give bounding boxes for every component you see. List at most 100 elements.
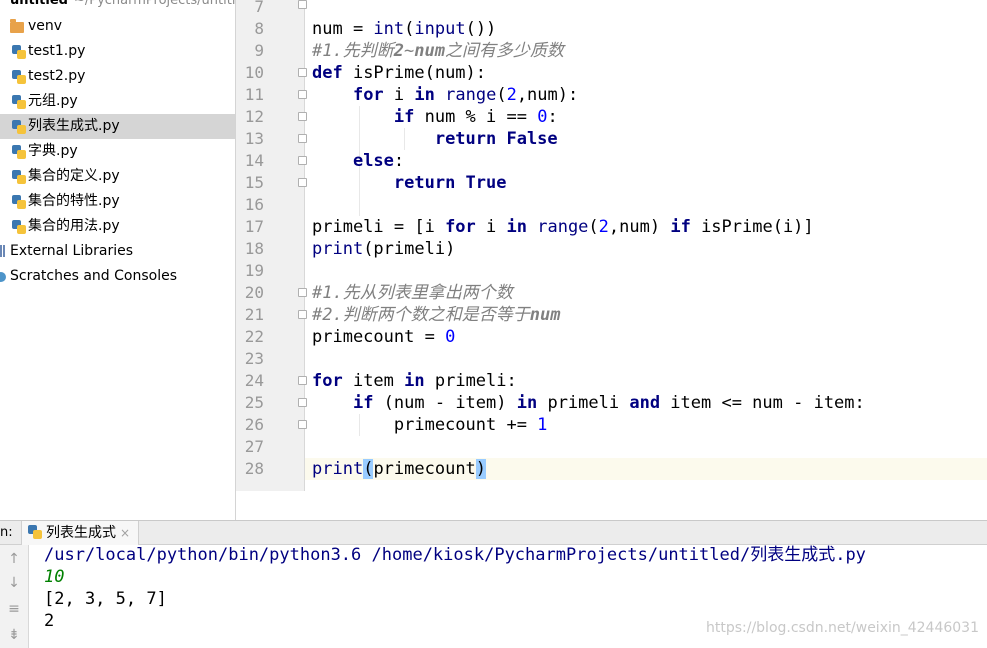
code-line-8: num = int(input()) bbox=[312, 19, 497, 39]
fold-marker[interactable] bbox=[298, 288, 307, 297]
tree-item-label: 集合的用法.py bbox=[28, 218, 120, 234]
run-panel-header: n: 列表生成式 × bbox=[0, 520, 987, 545]
console-line-output: 2 bbox=[44, 611, 55, 631]
soft-wrap-icon[interactable]: ≡ bbox=[6, 601, 22, 617]
close-icon[interactable]: × bbox=[120, 526, 130, 540]
python-file-icon bbox=[12, 145, 26, 159]
line-number: 17 bbox=[244, 217, 264, 236]
console-line-output: [2, 3, 5, 7] bbox=[44, 589, 167, 609]
line-number: 20 bbox=[244, 283, 264, 302]
tree-item-test1[interactable]: test1.py bbox=[0, 39, 235, 64]
console-line-command: /usr/local/python/bin/python3.6 /home/ki… bbox=[44, 545, 866, 565]
fold-marker[interactable] bbox=[298, 398, 307, 407]
line-number: 19 bbox=[244, 261, 264, 280]
code-line-12: if num % i == 0: bbox=[393, 107, 558, 127]
line-number: 14 bbox=[244, 151, 264, 170]
watermark: https://blog.csdn.net/weixin_42446031 bbox=[705, 620, 979, 636]
code-line-10: def isPrime(num): bbox=[312, 63, 487, 83]
code-line-15: return True bbox=[393, 173, 507, 193]
line-number: 8 bbox=[254, 19, 264, 38]
tree-item-external-libraries[interactable]: External Libraries bbox=[0, 239, 235, 264]
run-label: n: bbox=[0, 525, 13, 540]
down-arrow-icon[interactable]: ↓ bbox=[6, 575, 22, 591]
line-number: 28 bbox=[244, 459, 264, 478]
python-file-icon bbox=[12, 120, 26, 134]
fold-marker[interactable] bbox=[298, 0, 307, 9]
fold-marker[interactable] bbox=[298, 156, 307, 165]
tree-item-set-usage[interactable]: 集合的用法.py bbox=[0, 214, 235, 239]
python-file-icon bbox=[12, 45, 26, 59]
editor-footer-area bbox=[236, 491, 987, 520]
fold-marker[interactable] bbox=[298, 376, 307, 385]
line-number: 27 bbox=[244, 437, 264, 456]
run-toolbar: ↑ ↓ ≡ ⇟ bbox=[0, 545, 29, 648]
code-line-14: else: bbox=[352, 151, 405, 171]
scroll-to-end-icon[interactable]: ⇟ bbox=[6, 627, 22, 643]
code-line-13: return False bbox=[434, 129, 558, 149]
run-tab-label: 列表生成式 bbox=[46, 525, 116, 541]
tree-root-untitled[interactable]: untitled ~/PycharmProjects/untitled bbox=[0, 0, 236, 13]
tree-item-label: 字典.py bbox=[28, 143, 78, 159]
fold-marker[interactable] bbox=[298, 178, 307, 187]
python-file-icon bbox=[12, 220, 26, 234]
code-line-28: print(primecount) bbox=[312, 459, 487, 479]
tree-item-label: 元组.py bbox=[28, 93, 78, 109]
code-line-9: #1.先判断2~num之间有多少质数 bbox=[312, 41, 564, 61]
tree-item-label: 列表生成式.py bbox=[28, 118, 120, 134]
code-line-25: if (num - item) in primeli and item <= n… bbox=[352, 393, 865, 413]
tree-item-label: test2.py bbox=[28, 68, 86, 84]
line-number: 11 bbox=[244, 85, 264, 104]
fold-marker[interactable] bbox=[298, 90, 307, 99]
line-number: 9 bbox=[254, 41, 264, 60]
line-number: 16 bbox=[244, 195, 264, 214]
line-number: 23 bbox=[244, 349, 264, 368]
code-line-17: primeli = [i for i in range(2,num) if is… bbox=[312, 217, 814, 237]
line-number: 7 bbox=[254, 0, 264, 16]
root-path: ~/PycharmProjects/untitled bbox=[73, 0, 236, 8]
tree-item-label: Scratches and Consoles bbox=[10, 268, 177, 284]
code-line-18: print(primeli) bbox=[312, 239, 456, 259]
line-number: 13 bbox=[244, 129, 264, 148]
line-number: 21 bbox=[244, 305, 264, 324]
python-file-icon bbox=[12, 195, 26, 209]
fold-marker[interactable] bbox=[298, 134, 307, 143]
code-line-22: primecount = 0 bbox=[312, 327, 456, 347]
tree-item-set-definition[interactable]: 集合的定义.py bbox=[0, 164, 235, 189]
line-number: 10 bbox=[244, 63, 264, 82]
fold-marker[interactable] bbox=[298, 68, 307, 77]
line-number: 22 bbox=[244, 327, 264, 346]
code-line-26: primecount += 1 bbox=[312, 415, 548, 435]
line-number: 12 bbox=[244, 107, 264, 126]
code-line-24: for item in primeli: bbox=[312, 371, 517, 391]
fold-marker[interactable] bbox=[298, 310, 307, 319]
tree-item-venv[interactable]: venv bbox=[0, 14, 235, 39]
fold-marker[interactable] bbox=[298, 112, 307, 121]
project-tree-panel: untitled ~/PycharmProjects/untitled venv … bbox=[0, 0, 236, 520]
tree-item-list-comprehension[interactable]: 列表生成式.py bbox=[0, 114, 235, 139]
console-line-input: 10 bbox=[44, 567, 65, 587]
line-number: 24 bbox=[244, 371, 264, 390]
python-file-icon bbox=[12, 95, 26, 109]
python-file-icon bbox=[12, 70, 26, 84]
tree-item-set-features[interactable]: 集合的特性.py bbox=[0, 189, 235, 214]
run-tab[interactable]: 列表生成式 × bbox=[21, 521, 140, 545]
root-name: untitled bbox=[10, 0, 68, 8]
tree-root-label: untitled ~/PycharmProjects/untitled bbox=[10, 0, 236, 13]
tree-item-dict[interactable]: 字典.py bbox=[0, 139, 235, 164]
tree-item-label: venv bbox=[28, 18, 63, 34]
line-number: 18 bbox=[244, 239, 264, 258]
fold-marker[interactable] bbox=[298, 420, 307, 429]
code-line-7: """ bbox=[312, 0, 343, 11]
scratches-icon bbox=[0, 272, 6, 282]
tree-item-tuple[interactable]: 元组.py bbox=[0, 89, 235, 114]
line-number: 26 bbox=[244, 415, 264, 434]
tree-item-label: test1.py bbox=[28, 43, 86, 59]
line-number: 15 bbox=[244, 173, 264, 192]
line-number: 25 bbox=[244, 393, 264, 412]
tree-item-label: External Libraries bbox=[10, 243, 133, 259]
code-line-11: for i in range(2,num): bbox=[352, 85, 579, 105]
up-arrow-icon[interactable]: ↑ bbox=[6, 551, 22, 567]
tree-item-test2[interactable]: test2.py bbox=[0, 64, 235, 89]
tree-item-label: 集合的特性.py bbox=[28, 193, 120, 209]
tree-item-scratches[interactable]: Scratches and Consoles bbox=[0, 264, 235, 289]
